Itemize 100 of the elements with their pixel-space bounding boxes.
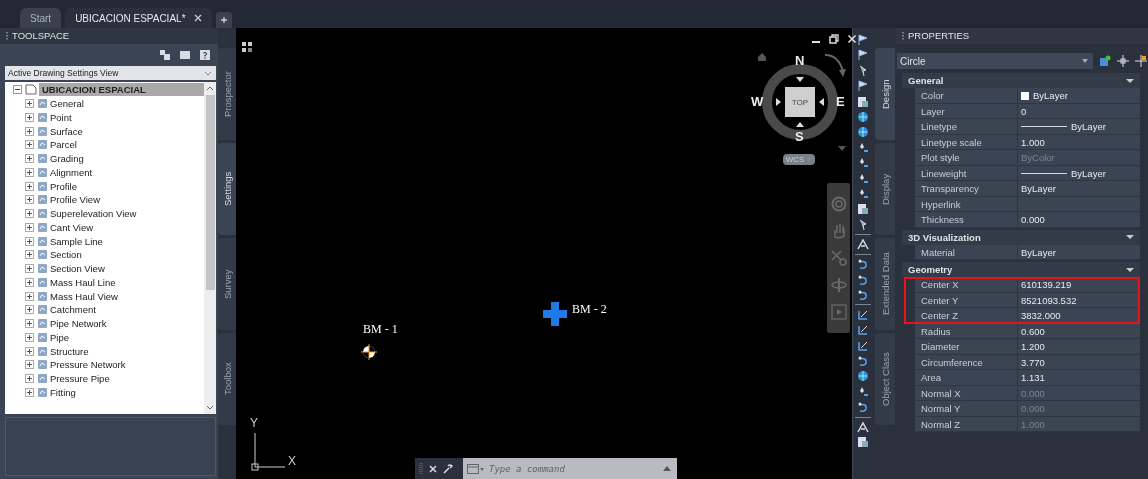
- expand-icon[interactable]: [25, 140, 34, 150]
- tree-item[interactable]: Mass Haul View: [50, 290, 118, 302]
- panel-icon[interactable]: [160, 50, 170, 60]
- restore-icon[interactable]: [829, 34, 839, 44]
- roof-icon[interactable]: [856, 238, 869, 251]
- property-value[interactable]: 1.200: [1021, 341, 1045, 352]
- section-header[interactable]: General: [902, 73, 1140, 88]
- cross-symbol[interactable]: [543, 302, 567, 326]
- close-icon[interactable]: [847, 34, 857, 44]
- close-icon[interactable]: [429, 464, 437, 473]
- document-icon[interactable]: [856, 203, 869, 216]
- expand-icon[interactable]: [25, 126, 34, 136]
- side-tab[interactable]: Object Class: [875, 333, 895, 425]
- section-header[interactable]: Geometry: [902, 262, 1140, 277]
- property-value[interactable]: 1.000: [1021, 136, 1045, 148]
- curve-icon[interactable]: [856, 401, 869, 414]
- compass-letter[interactable]: E: [836, 95, 845, 108]
- tree-item[interactable]: Pipe: [50, 331, 69, 343]
- property-value[interactable]: ByLayer: [1033, 90, 1068, 101]
- tree-item[interactable]: Cant View: [50, 221, 94, 233]
- document-tab[interactable]: Start: [20, 8, 62, 28]
- crosshair-icon[interactable]: [1117, 55, 1129, 67]
- expand-icon[interactable]: [25, 181, 34, 191]
- compass-letter[interactable]: N: [795, 54, 805, 67]
- expand-icon[interactable]: [25, 360, 34, 370]
- viewport-icon[interactable]: [242, 42, 252, 52]
- side-tab[interactable]: Settings: [218, 143, 236, 235]
- expand-icon[interactable]: [25, 387, 34, 397]
- property-row[interactable]: Diameter 1.200: [915, 339, 1140, 355]
- expand-icon[interactable]: [25, 346, 34, 356]
- caret-icon[interactable]: [1126, 77, 1134, 84]
- tree-item[interactable]: Grading: [50, 153, 84, 165]
- roof-icon[interactable]: [856, 420, 869, 433]
- expand-icon[interactable]: [25, 222, 34, 232]
- grip-icon[interactable]: [419, 462, 423, 475]
- property-value[interactable]: 3.770: [1021, 356, 1045, 368]
- tree-item[interactable]: Alignment: [50, 166, 93, 178]
- side-tab[interactable]: Prospector: [218, 48, 236, 140]
- benchmark-symbol[interactable]: [361, 344, 377, 360]
- close-icon[interactable]: [193, 14, 202, 22]
- expand-icon[interactable]: [25, 305, 34, 315]
- expand-icon[interactable]: [25, 167, 34, 177]
- property-value[interactable]: 1.131: [1021, 372, 1045, 383]
- viewcube-face[interactable]: TOP: [785, 87, 815, 117]
- caret-icon[interactable]: [1126, 234, 1134, 240]
- command-input[interactable]: Type a command: [489, 463, 659, 474]
- property-value[interactable]: 610139.219: [1021, 279, 1072, 290]
- new-tab-button[interactable]: [215, 12, 232, 28]
- scroll-down-icon[interactable]: [206, 405, 214, 410]
- tree-item[interactable]: Surface: [50, 125, 83, 137]
- collapse-icon[interactable]: [13, 85, 22, 95]
- flag-icon[interactable]: [856, 80, 869, 93]
- expand-icon[interactable]: [25, 291, 34, 301]
- expand-icon[interactable]: [25, 195, 34, 205]
- tree-item[interactable]: Superelevation View: [50, 208, 137, 220]
- prompt-icon[interactable]: [467, 463, 485, 474]
- document-tab[interactable]: UBICACION ESPACIAL*: [65, 8, 212, 28]
- expand-icon[interactable]: [25, 332, 34, 342]
- arrow-icon[interactable]: [776, 98, 781, 106]
- property-value[interactable]: 0.600: [1021, 325, 1045, 337]
- tree-item[interactable]: Profile: [50, 180, 77, 192]
- side-tab[interactable]: Extended Data: [875, 238, 895, 330]
- property-value[interactable]: 0.000: [1021, 214, 1045, 225]
- expand-icon[interactable]: [25, 236, 34, 246]
- home-icon[interactable]: [757, 52, 767, 61]
- tree-item[interactable]: Mass Haul Line: [50, 276, 116, 288]
- arrow-icon[interactable]: [796, 77, 804, 82]
- tree-item[interactable]: Catchment: [50, 304, 96, 316]
- tree-item[interactable]: Section: [50, 249, 82, 261]
- property-value[interactable]: ByLayer: [1071, 121, 1106, 132]
- expand-icon[interactable]: [25, 112, 34, 122]
- tree-item[interactable]: Parcel: [50, 139, 77, 151]
- curve-icon[interactable]: [856, 258, 869, 271]
- side-tab[interactable]: Survey: [218, 238, 236, 330]
- compass-letter[interactable]: S: [795, 130, 804, 143]
- property-value[interactable]: 8521093.532: [1021, 294, 1077, 306]
- frame-icon[interactable]: [856, 339, 869, 352]
- property-row[interactable]: Thickness 0.000: [915, 212, 1140, 228]
- arrow-icon[interactable]: [819, 98, 824, 106]
- tree-item[interactable]: Fitting: [50, 386, 76, 398]
- history-icon[interactable]: [663, 466, 671, 471]
- globe-icon[interactable]: [856, 370, 869, 383]
- expand-icon[interactable]: [25, 250, 34, 260]
- view-dropdown[interactable]: Active Drawing Settings View: [5, 66, 216, 80]
- expand-icon[interactable]: [25, 154, 34, 164]
- expand-icon[interactable]: [25, 99, 34, 109]
- property-value[interactable]: ByLayer: [1021, 246, 1056, 258]
- globe-icon[interactable]: [856, 126, 869, 139]
- cube-icon[interactable]: [1099, 55, 1111, 67]
- caret-icon[interactable]: [1126, 266, 1134, 273]
- rotate-arrow-icon[interactable]: [823, 52, 847, 78]
- expand-icon[interactable]: [25, 264, 34, 274]
- tree-item[interactable]: Section View: [50, 263, 105, 275]
- tree-item[interactable]: Pressure Pipe: [50, 373, 110, 385]
- tree-item[interactable]: UBICACION ESPACIAL: [39, 83, 204, 97]
- arrow-icon[interactable]: [796, 122, 804, 127]
- help-icon[interactable]: [200, 50, 210, 60]
- curve-icon[interactable]: [856, 289, 869, 302]
- tree-item[interactable]: Pressure Network: [50, 359, 126, 371]
- tree-item[interactable]: Pipe Network: [50, 318, 107, 330]
